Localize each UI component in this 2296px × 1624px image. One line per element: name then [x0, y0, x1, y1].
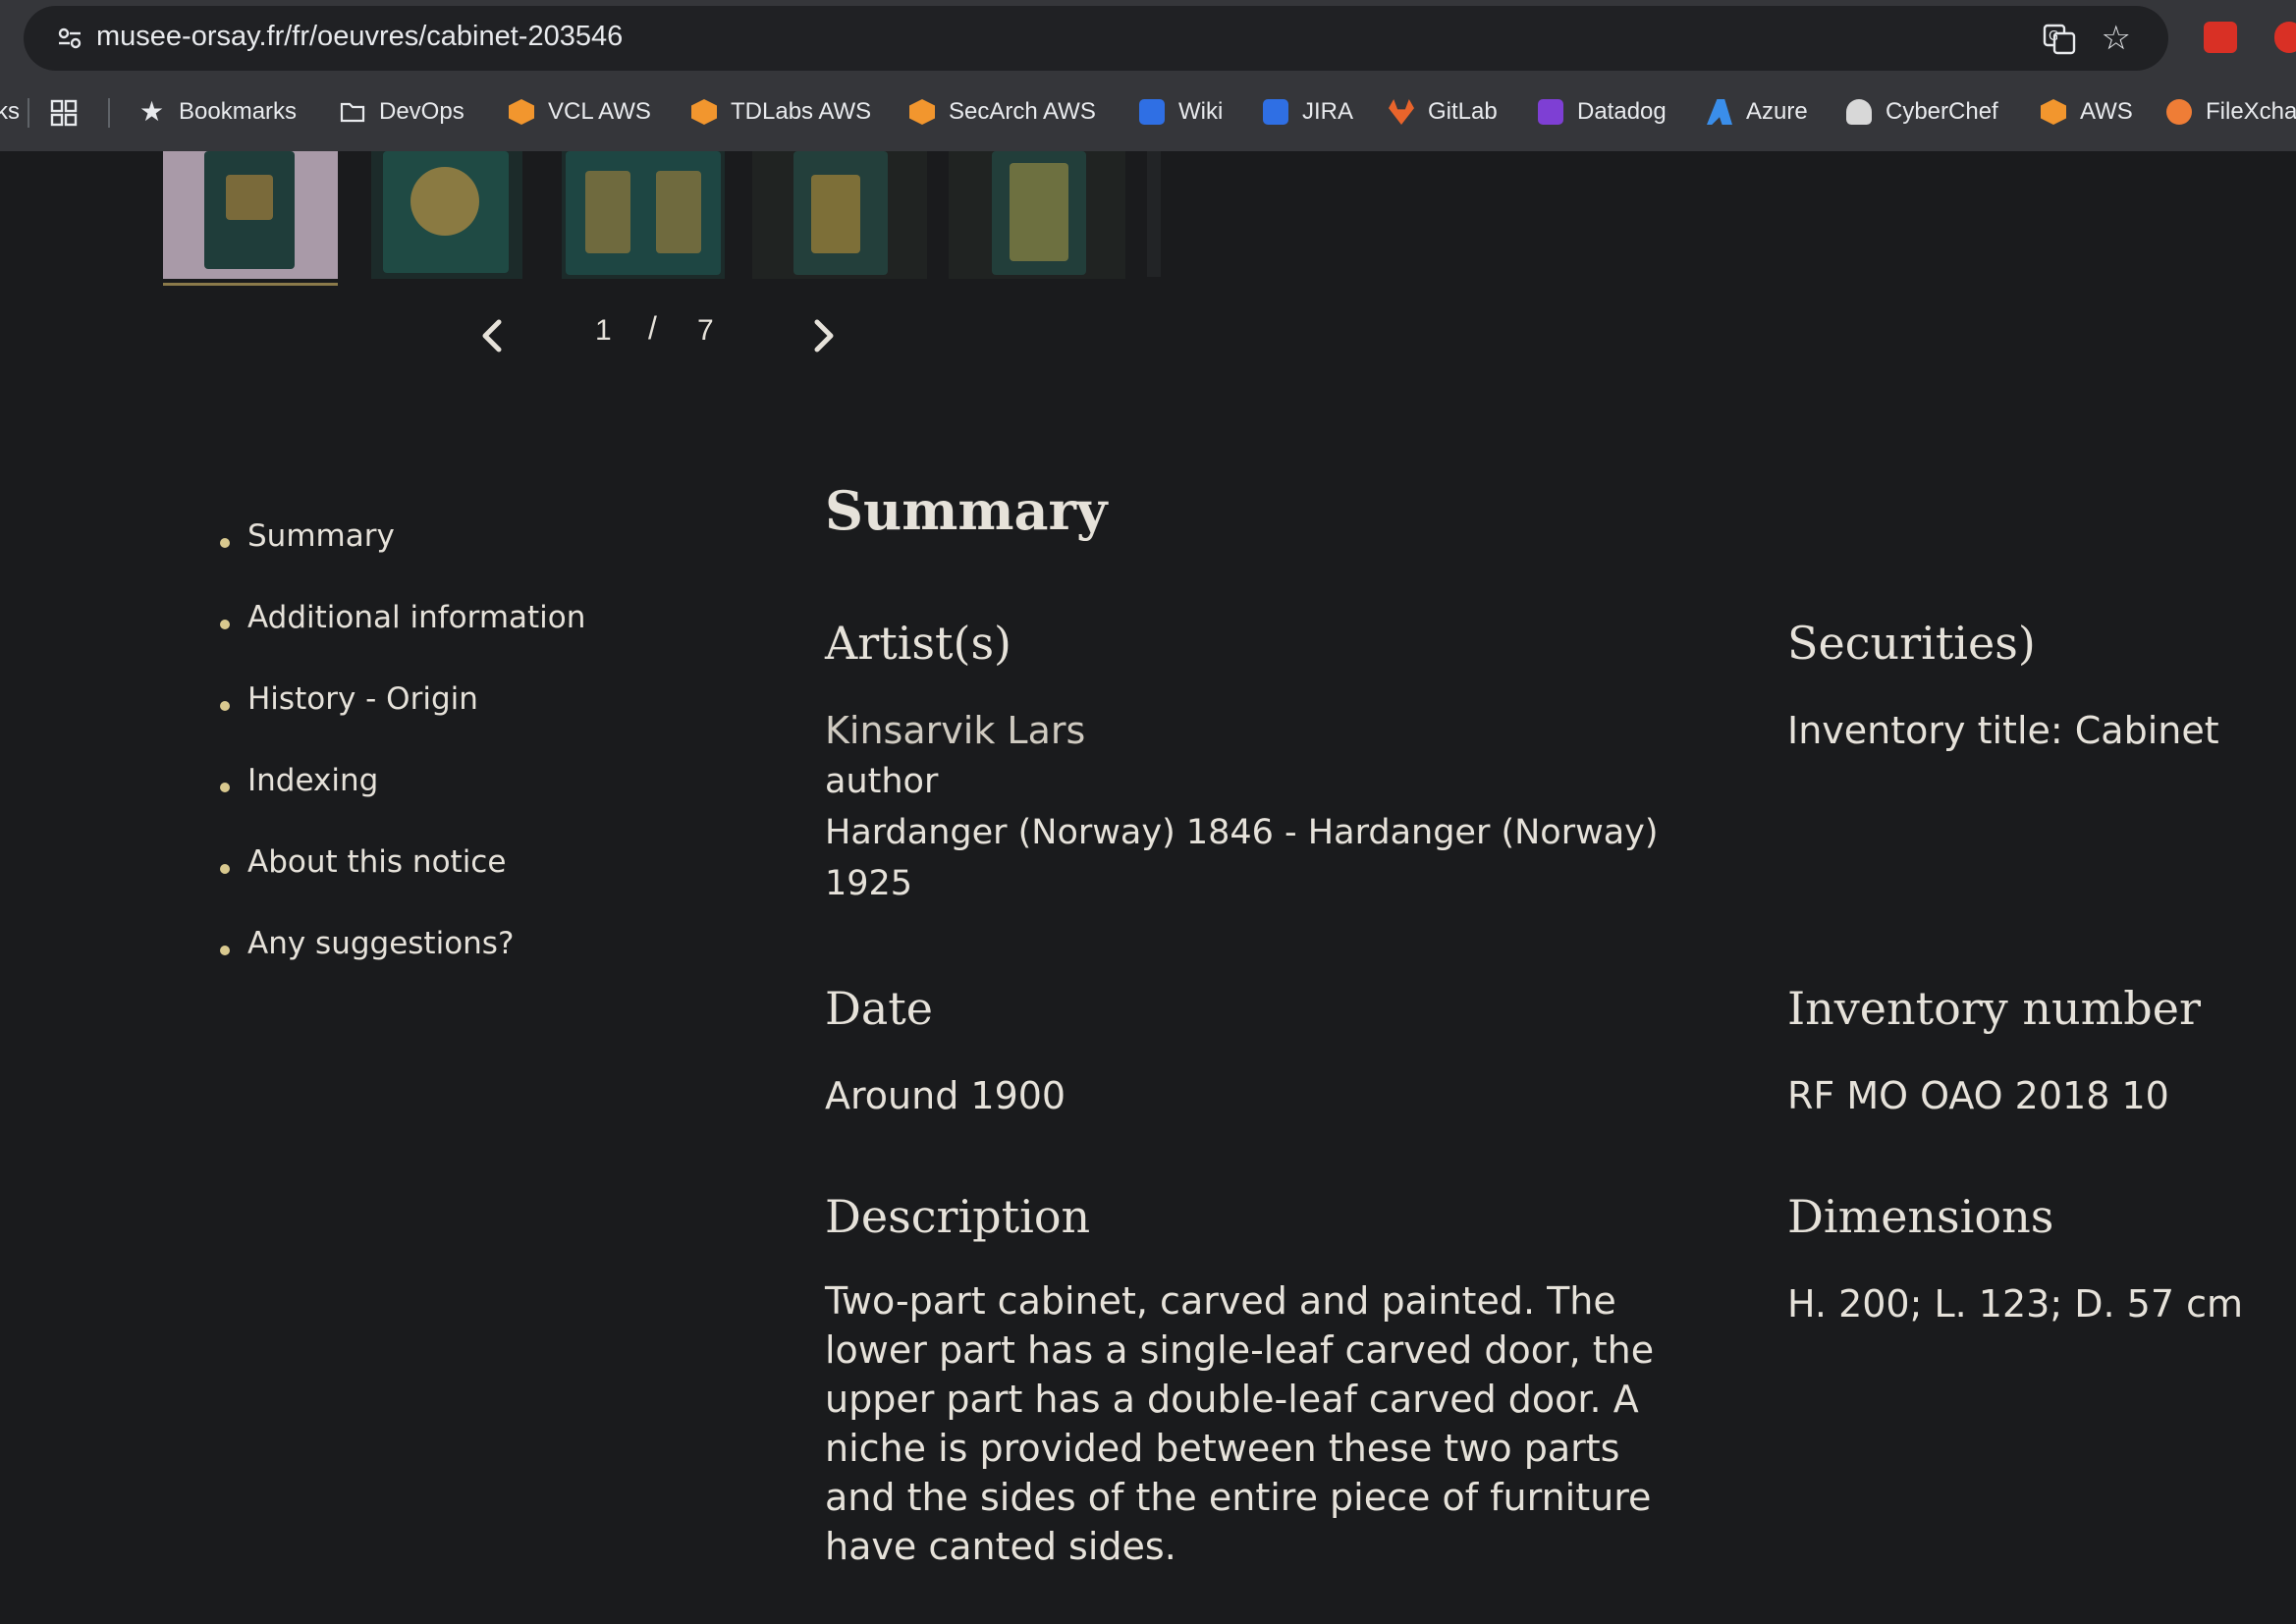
bookmark-label: TDLabs AWS [731, 98, 872, 125]
thumbnail-3[interactable] [562, 151, 725, 279]
browser-chrome: musee-orsay.fr/fr/oeuvres/cabinet-203546… [0, 0, 2296, 151]
jira-icon [1263, 99, 1288, 125]
bookmark-jira[interactable]: JIRA [1263, 90, 1353, 134]
thumbnail-2[interactable] [371, 151, 522, 279]
bookmark-datadog[interactable]: Datadog [1538, 90, 1667, 134]
bookmark-label: ks [0, 98, 20, 125]
bookmark-label: FileXcha [2206, 98, 2296, 125]
bookmarks-bar: ks ★ Bookmarks DevOps VCL AWS TDLabs AWS [0, 90, 2296, 134]
bookmark-cyberchef[interactable]: CyberChef [1846, 90, 1998, 134]
bookmark-devops[interactable]: DevOps [340, 90, 465, 134]
address-bar[interactable]: musee-orsay.fr/fr/oeuvres/cabinet-203546… [24, 6, 2168, 71]
artist-life-dates: Hardanger (Norway) 1846 - Hardanger (Nor… [825, 813, 1659, 852]
azure-icon [1707, 99, 1732, 125]
bookmark-bookmarks[interactable]: ★ Bookmarks [139, 90, 297, 134]
bookmark-secarch-aws[interactable]: SecArch AWS [909, 90, 1096, 134]
bookmark-label: AWS [2080, 98, 2133, 125]
ornament-image [811, 175, 860, 253]
description-heading: Description [825, 1190, 1091, 1243]
aws-cube-icon [509, 99, 534, 125]
bookmark-label: Bookmarks [179, 98, 298, 125]
securities-heading: Securities) [1787, 617, 2036, 670]
section-nav: Summary Additional information History -… [218, 518, 585, 1007]
inventory-number-value: RF MO OAO 2018 10 [1787, 1074, 2169, 1117]
translate-icon[interactable]: G [2043, 24, 2076, 55]
thumbnail-5[interactable] [949, 151, 1125, 279]
bookmark-item[interactable]: ks [0, 90, 20, 134]
thumbnail-edge [1147, 151, 1161, 277]
datadog-icon [1538, 99, 1563, 125]
filexchange-icon [2166, 99, 2192, 125]
nav-item-history-origin[interactable]: History - Origin [218, 681, 585, 763]
bookmark-label: Azure [1746, 98, 1808, 125]
current-page: 1 [595, 314, 612, 347]
bookmark-aws[interactable]: AWS [2041, 90, 2133, 134]
bookmark-label: DevOps [379, 98, 465, 125]
artist-life-dates-cont: 1925 [825, 864, 913, 903]
nav-item-about-notice[interactable]: About this notice [218, 844, 585, 926]
gitlab-icon [1389, 99, 1414, 125]
description-text: Two-part cabinet, carved and painted. Th… [825, 1279, 1655, 1568]
page-separator: / [648, 310, 657, 346]
inventory-title: Inventory title: Cabinet [1787, 709, 2219, 752]
bookmark-vcl-aws[interactable]: VCL AWS [509, 90, 651, 134]
aws-cube-icon [691, 99, 717, 125]
previous-arrow-icon[interactable] [471, 312, 511, 359]
ornament-image [1010, 163, 1068, 261]
bookmark-label: CyberChef [1886, 98, 1998, 125]
nav-item-additional-information[interactable]: Additional information [218, 600, 585, 681]
thumbnail-4[interactable] [752, 151, 927, 279]
dimensions-value: H. 200; L. 123; D. 57 cm [1787, 1282, 2243, 1326]
bookmark-azure[interactable]: Azure [1707, 90, 1808, 134]
folder-icon [340, 102, 365, 123]
bookmark-label: VCL AWS [548, 98, 651, 125]
artist-role: author [825, 762, 939, 801]
bookmark-star-icon[interactable]: ☆ [2102, 22, 2131, 55]
active-thumbnail-indicator [163, 151, 338, 286]
bookmark-label: SecArch AWS [949, 98, 1096, 125]
bookmark-label: JIRA [1302, 98, 1354, 125]
apps-grid-icon[interactable] [49, 98, 79, 128]
dimensions-heading: Dimensions [1787, 1190, 2054, 1243]
artist-name[interactable]: Kinsarvik Lars [825, 709, 1085, 752]
aws-cube-icon [909, 99, 935, 125]
bookmark-gitlab[interactable]: GitLab [1389, 90, 1498, 134]
divider [108, 98, 110, 128]
inventory-number-heading: Inventory number [1787, 982, 2201, 1035]
door-panel-image [656, 171, 701, 253]
date-heading: Date [825, 982, 934, 1035]
confluence-icon [1139, 99, 1165, 125]
nav-item-summary[interactable]: Summary [218, 518, 585, 600]
bookmark-wiki[interactable]: Wiki [1139, 90, 1223, 134]
divider [27, 98, 29, 128]
site-info-icon[interactable] [55, 24, 84, 53]
extension-icon[interactable] [2204, 22, 2237, 53]
ornament-image [410, 167, 479, 236]
star-icon: ★ [139, 96, 165, 127]
nav-item-suggestions[interactable]: Any suggestions? [218, 926, 585, 1007]
bookmark-label: GitLab [1428, 98, 1498, 125]
bookmark-label: Datadog [1577, 98, 1667, 125]
extension-icon[interactable] [2274, 22, 2296, 53]
gallery-pager: 1 / 7 [471, 306, 845, 365]
section-title: Summary [825, 479, 1108, 542]
bookmark-label: Wiki [1178, 98, 1224, 125]
date-value: Around 1900 [825, 1074, 1066, 1117]
bookmark-tdlabs-aws[interactable]: TDLabs AWS [691, 90, 871, 134]
cyberchef-icon [1846, 99, 1872, 125]
artists-heading: Artist(s) [825, 617, 1011, 670]
url-text[interactable]: musee-orsay.fr/fr/oeuvres/cabinet-203546 [96, 21, 623, 53]
next-arrow-icon[interactable] [805, 312, 845, 359]
aws-cube-icon [2041, 99, 2066, 125]
door-panel-image [585, 171, 630, 253]
svg-text:G: G [2049, 29, 2058, 44]
bookmark-filexchange[interactable]: FileXcha [2166, 90, 2296, 134]
total-pages: 7 [697, 314, 714, 347]
nav-item-indexing[interactable]: Indexing [218, 763, 585, 844]
